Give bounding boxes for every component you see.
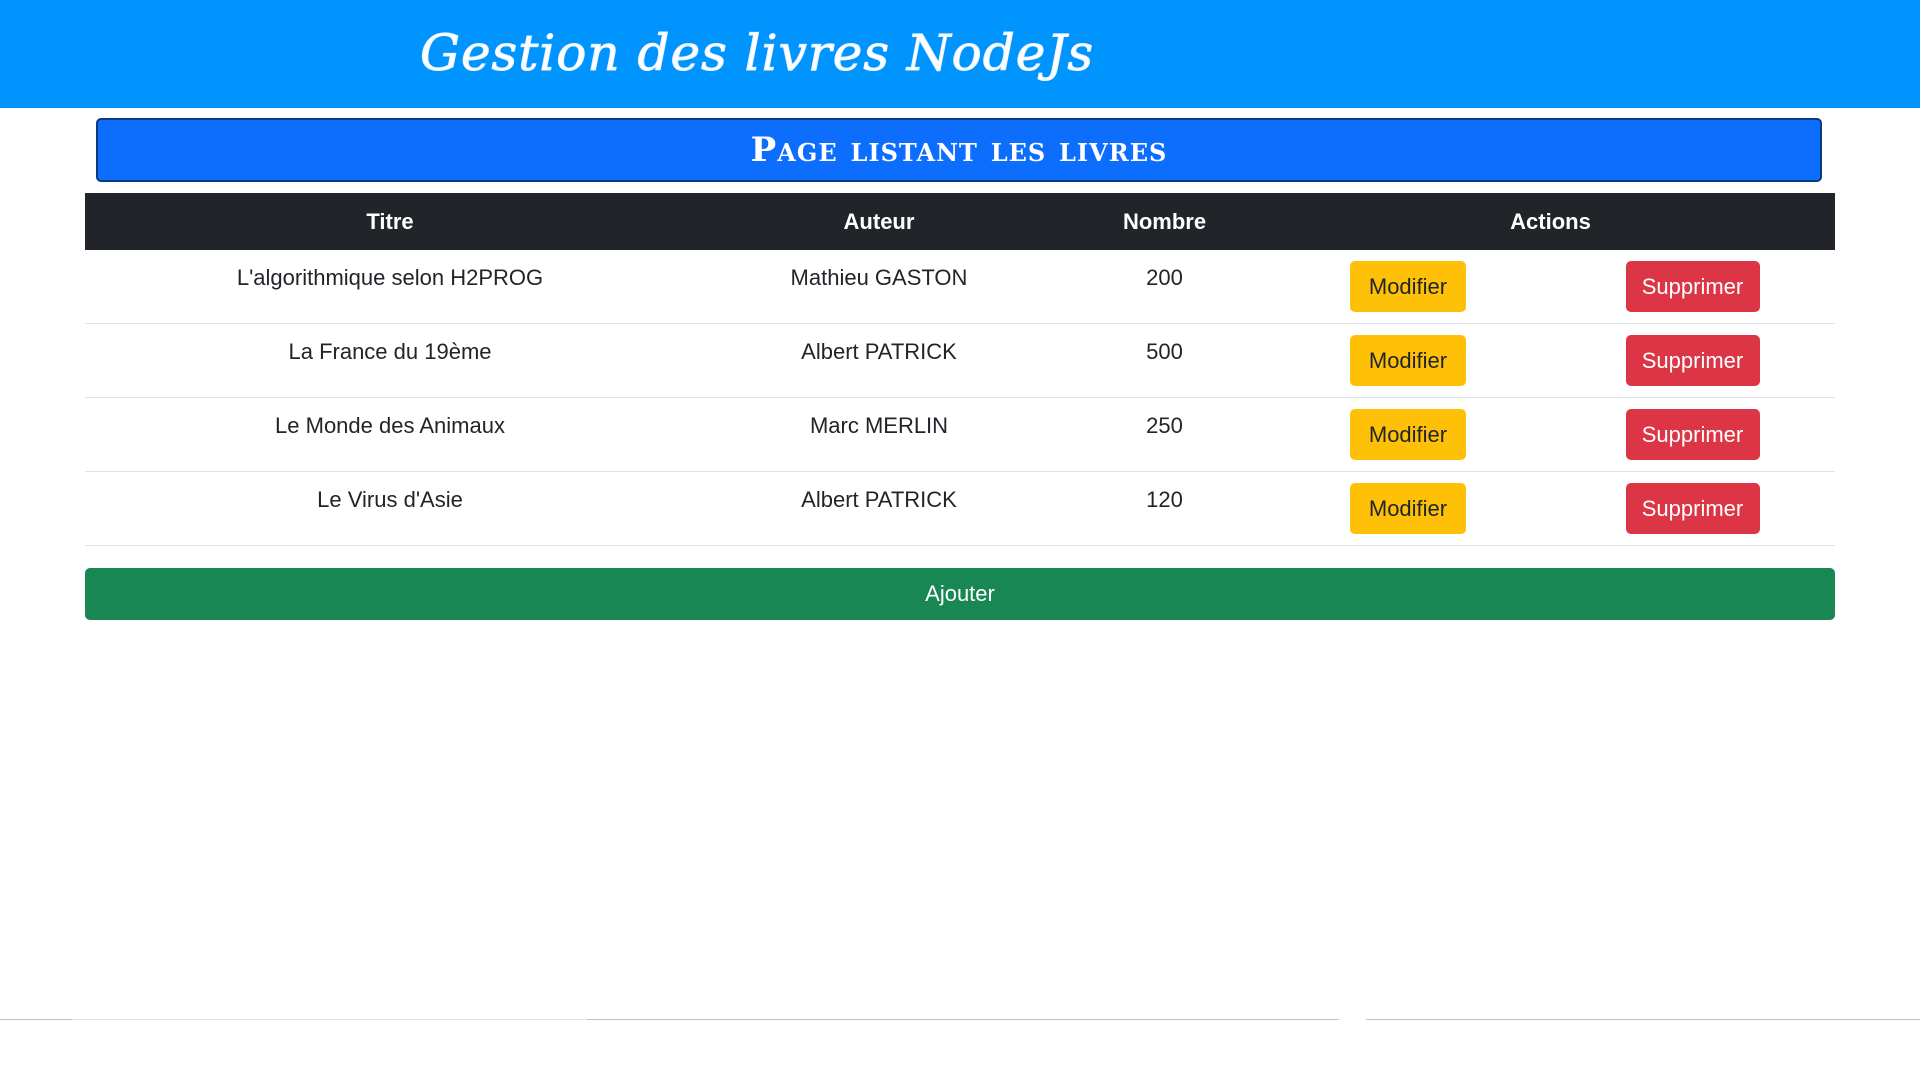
cell-nombre: 250	[1063, 397, 1266, 472]
cell-auteur: Mathieu GASTON	[695, 250, 1063, 324]
cell-nombre: 200	[1063, 250, 1266, 324]
cell-modify: Modifier	[1266, 471, 1550, 546]
modify-button[interactable]: Modifier	[1350, 261, 1466, 312]
books-table: Titre Auteur Nombre Actions L'algorithmi…	[85, 193, 1835, 546]
cell-modify: Modifier	[1266, 250, 1550, 324]
cell-auteur: Albert PATRICK	[695, 323, 1063, 398]
column-header-nombre: Nombre	[1063, 193, 1266, 250]
modify-button[interactable]: Modifier	[1350, 483, 1466, 534]
cell-titre: L'algorithmique selon H2PROG	[85, 250, 695, 324]
cell-modify: Modifier	[1266, 323, 1550, 398]
cell-delete: Supprimer	[1550, 397, 1835, 472]
page-heading-banner: Page listant les livres	[96, 118, 1822, 182]
column-header-auteur: Auteur	[695, 193, 1063, 250]
table-row: Le Monde des Animaux Marc MERLIN 250 Mod…	[85, 397, 1835, 472]
table-row: L'algorithmique selon H2PROG Mathieu GAS…	[85, 250, 1835, 324]
footer-divider	[1366, 1019, 1920, 1020]
table-row: Le Virus d'Asie Albert PATRICK 120 Modif…	[85, 471, 1835, 546]
cell-auteur: Marc MERLIN	[695, 397, 1063, 472]
footer-divider	[72, 1019, 587, 1020]
cell-titre: Le Virus d'Asie	[85, 471, 695, 546]
footer-divider	[587, 1019, 1339, 1020]
table-header-row: Titre Auteur Nombre Actions	[85, 193, 1835, 250]
modify-button[interactable]: Modifier	[1350, 409, 1466, 460]
cell-delete: Supprimer	[1550, 471, 1835, 546]
cell-modify: Modifier	[1266, 397, 1550, 472]
table-row: La France du 19ème Albert PATRICK 500 Mo…	[85, 323, 1835, 398]
add-book-button[interactable]: Ajouter	[85, 568, 1835, 620]
cell-delete: Supprimer	[1550, 323, 1835, 398]
app-title: Gestion des livres NodeJs	[419, 24, 1095, 83]
page-heading: Page listant les livres	[750, 130, 1168, 170]
footer-divider	[0, 1019, 72, 1020]
delete-button[interactable]: Supprimer	[1625, 483, 1760, 534]
modify-button[interactable]: Modifier	[1350, 335, 1466, 386]
cell-auteur: Albert PATRICK	[695, 471, 1063, 546]
top-banner: Gestion des livres NodeJs	[0, 0, 1920, 108]
column-header-titre: Titre	[85, 193, 695, 250]
column-header-actions: Actions	[1266, 193, 1835, 250]
cell-titre: La France du 19ème	[85, 323, 695, 398]
delete-button[interactable]: Supprimer	[1625, 409, 1760, 460]
cell-nombre: 500	[1063, 323, 1266, 398]
cell-nombre: 120	[1063, 471, 1266, 546]
delete-button[interactable]: Supprimer	[1625, 261, 1760, 312]
cell-titre: Le Monde des Animaux	[85, 397, 695, 472]
delete-button[interactable]: Supprimer	[1625, 335, 1760, 386]
cell-delete: Supprimer	[1550, 250, 1835, 324]
